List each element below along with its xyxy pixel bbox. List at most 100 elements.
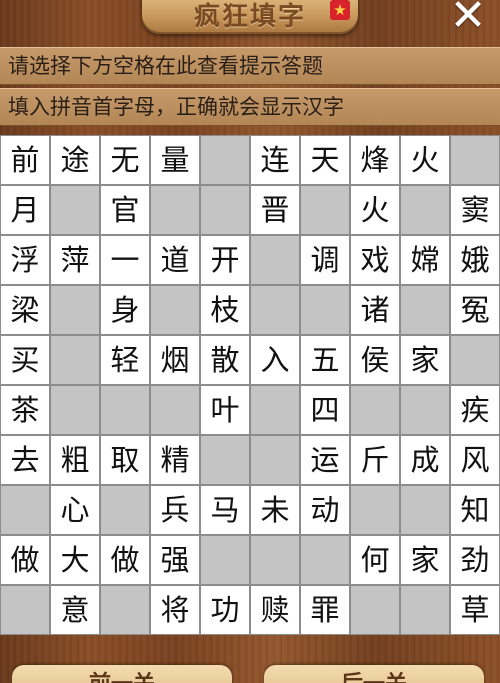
grid-cell-filled[interactable]: 家 [400,335,450,385]
grid-cell-filled[interactable]: 晋 [250,185,300,235]
grid-cell-filled[interactable]: 入 [250,335,300,385]
grid-cell-blank[interactable] [200,435,250,485]
grid-cell-filled[interactable]: 风 [450,435,500,485]
grid-cell-blank[interactable] [200,535,250,585]
grid-cell-filled[interactable]: 火 [400,135,450,185]
grid-cell-filled[interactable]: 开 [200,235,250,285]
grid-cell-filled[interactable]: 浮 [0,235,50,285]
grid-cell-blank[interactable] [250,535,300,585]
grid-cell-blank[interactable] [100,485,150,535]
grid-cell-filled[interactable]: 劲 [450,535,500,585]
grid-cell-filled[interactable]: 戏 [350,235,400,285]
grid-cell-filled[interactable]: 斤 [350,435,400,485]
grid-cell-blank[interactable] [250,285,300,335]
grid-cell-filled[interactable]: 兵 [150,485,200,535]
grid-cell-blank[interactable] [150,185,200,235]
grid-cell-filled[interactable]: 何 [350,535,400,585]
grid-cell-filled[interactable]: 马 [200,485,250,535]
grid-cell-blank[interactable] [150,285,200,335]
grid-cell-blank[interactable] [450,135,500,185]
grid-cell-filled[interactable]: 侯 [350,335,400,385]
grid-cell-filled[interactable]: 枝 [200,285,250,335]
grid-cell-filled[interactable]: 嫦 [400,235,450,285]
grid-cell-filled[interactable]: 疾 [450,385,500,435]
grid-cell-blank[interactable] [50,185,100,235]
grid-cell-filled[interactable]: 赎 [250,585,300,635]
grid-cell-blank[interactable] [100,385,150,435]
grid-cell-filled[interactable]: 强 [150,535,200,585]
grid-cell-blank[interactable] [350,385,400,435]
grid-cell-filled[interactable]: 功 [200,585,250,635]
grid-cell-filled[interactable]: 买 [0,335,50,385]
grid-cell-filled[interactable]: 意 [50,585,100,635]
grid-cell-filled[interactable]: 散 [200,335,250,385]
grid-cell-filled[interactable]: 四 [300,385,350,435]
grid-cell-filled[interactable]: 大 [50,535,100,585]
grid-cell-filled[interactable]: 冤 [450,285,500,335]
close-button[interactable]: ✕ [446,0,490,38]
grid-cell-blank[interactable] [200,135,250,185]
grid-cell-blank[interactable] [400,385,450,435]
grid-cell-filled[interactable]: 诸 [350,285,400,335]
grid-cell-blank[interactable] [450,335,500,385]
grid-cell-blank[interactable] [300,535,350,585]
grid-cell-filled[interactable]: 做 [100,535,150,585]
grid-cell-filled[interactable]: 萍 [50,235,100,285]
grid-cell-blank[interactable] [400,185,450,235]
grid-cell-filled[interactable]: 道 [150,235,200,285]
grid-cell-blank[interactable] [400,485,450,535]
grid-cell-blank[interactable] [0,585,50,635]
prev-level-button[interactable]: 前一关 [12,665,232,683]
grid-cell-filled[interactable]: 罪 [300,585,350,635]
grid-cell-filled[interactable]: 连 [250,135,300,185]
grid-cell-filled[interactable]: 轻 [100,335,150,385]
grid-cell-blank[interactable] [250,235,300,285]
grid-cell-filled[interactable]: 知 [450,485,500,535]
grid-cell-filled[interactable]: 运 [300,435,350,485]
grid-cell-filled[interactable]: 做 [0,535,50,585]
grid-cell-filled[interactable]: 身 [100,285,150,335]
grid-cell-filled[interactable]: 成 [400,435,450,485]
grid-cell-filled[interactable]: 五 [300,335,350,385]
grid-cell-filled[interactable]: 月 [0,185,50,235]
grid-cell-blank[interactable] [200,185,250,235]
grid-cell-filled[interactable]: 途 [50,135,100,185]
grid-cell-filled[interactable]: 取 [100,435,150,485]
grid-cell-filled[interactable]: 粗 [50,435,100,485]
grid-cell-filled[interactable]: 家 [400,535,450,585]
grid-cell-blank[interactable] [350,485,400,535]
grid-cell-blank[interactable] [250,435,300,485]
grid-cell-filled[interactable]: 官 [100,185,150,235]
grid-cell-blank[interactable] [300,285,350,335]
next-level-button[interactable]: 后一关 [264,665,484,683]
grid-cell-filled[interactable]: 草 [450,585,500,635]
grid-cell-filled[interactable]: 窦 [450,185,500,235]
grid-cell-filled[interactable]: 动 [300,485,350,535]
grid-cell-filled[interactable]: 娥 [450,235,500,285]
grid-cell-blank[interactable] [100,585,150,635]
grid-cell-filled[interactable]: 前 [0,135,50,185]
grid-cell-filled[interactable]: 心 [50,485,100,535]
grid-cell-filled[interactable]: 火 [350,185,400,235]
grid-cell-blank[interactable] [50,385,100,435]
grid-cell-blank[interactable] [400,585,450,635]
grid-cell-filled[interactable]: 量 [150,135,200,185]
grid-cell-blank[interactable] [250,385,300,435]
grid-cell-blank[interactable] [150,385,200,435]
grid-cell-blank[interactable] [50,335,100,385]
grid-cell-blank[interactable] [50,285,100,335]
grid-cell-filled[interactable]: 烽 [350,135,400,185]
grid-cell-filled[interactable]: 未 [250,485,300,535]
grid-cell-filled[interactable]: 茶 [0,385,50,435]
grid-cell-filled[interactable]: 精 [150,435,200,485]
grid-cell-filled[interactable]: 无 [100,135,150,185]
grid-cell-filled[interactable]: 去 [0,435,50,485]
grid-cell-filled[interactable]: 叶 [200,385,250,435]
grid-cell-blank[interactable] [300,185,350,235]
grid-cell-filled[interactable]: 梁 [0,285,50,335]
grid-cell-filled[interactable]: 一 [100,235,150,285]
grid-cell-filled[interactable]: 烟 [150,335,200,385]
grid-cell-filled[interactable]: 调 [300,235,350,285]
grid-cell-blank[interactable] [350,585,400,635]
grid-cell-blank[interactable] [0,485,50,535]
